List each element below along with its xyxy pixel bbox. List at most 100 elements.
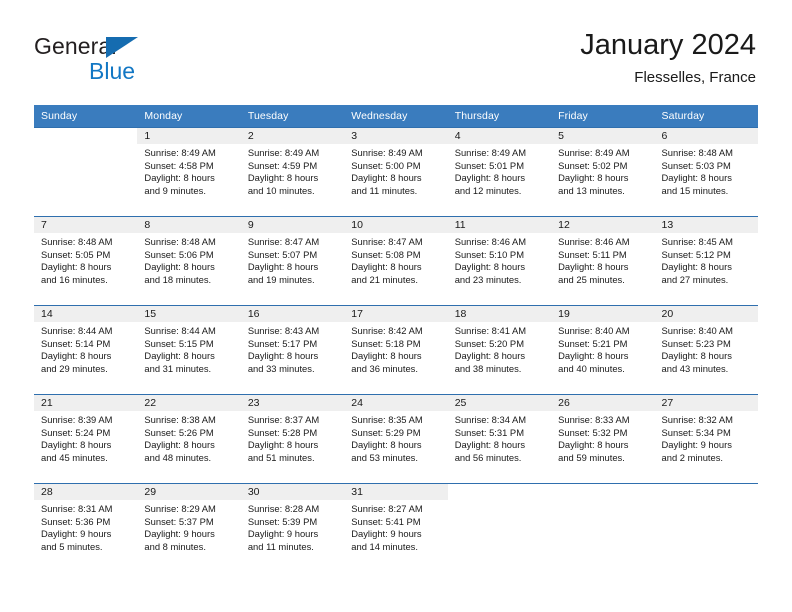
day-cell[interactable]: 21 Sunrise: 8:39 AM Sunset: 5:24 PM Dayl… [34, 394, 138, 484]
day-cell[interactable]: 1 Sunrise: 8:49 AM Sunset: 4:58 PM Dayli… [137, 127, 241, 217]
weekday-header-friday: Friday [551, 105, 655, 128]
day-cell[interactable]: 26 Sunrise: 8:33 AM Sunset: 5:32 PM Dayl… [551, 394, 655, 484]
sunrise-text: Sunrise: 8:43 AM [247, 325, 320, 336]
day-cell[interactable]: 10 Sunrise: 8:47 AM Sunset: 5:08 PM Dayl… [344, 216, 448, 306]
day-cell[interactable]: 29 Sunrise: 8:29 AM Sunset: 5:37 PM Dayl… [137, 483, 241, 572]
day-cell[interactable]: 2 Sunrise: 8:49 AM Sunset: 4:59 PM Dayli… [240, 127, 345, 217]
day-details: Sunrise: 8:48 AM Sunset: 5:03 PM Dayligh… [655, 144, 758, 197]
day-number: 12 [551, 217, 655, 233]
day-number: 30 [240, 484, 345, 500]
day-number: 15 [137, 306, 241, 322]
day-details: Sunrise: 8:44 AM Sunset: 5:15 PM Dayligh… [137, 322, 240, 375]
day-number: 25 [447, 395, 552, 411]
weekday-header-wednesday: Wednesday [344, 105, 448, 128]
sunset-text: Sunset: 5:00 PM [351, 159, 421, 171]
day-cell[interactable]: 31 Sunrise: 8:27 AM Sunset: 5:41 PM Dayl… [344, 483, 448, 572]
day-cell[interactable] [551, 483, 655, 572]
daylight-text-line1: Daylight: 8 hours [41, 350, 112, 362]
sunset-text: Sunset: 5:24 PM [41, 426, 111, 438]
daylight-text-line2: and 59 minutes. [558, 451, 625, 463]
daylight-text-line1: Daylight: 8 hours [144, 350, 215, 362]
day-number: 24 [344, 395, 448, 411]
day-cell[interactable]: 22 Sunrise: 8:38 AM Sunset: 5:26 PM Dayl… [137, 394, 241, 484]
day-number: 13 [654, 217, 758, 233]
daylight-text-line2: and 10 minutes. [247, 184, 315, 196]
day-cell[interactable]: 12 Sunrise: 8:46 AM Sunset: 5:11 PM Dayl… [551, 216, 655, 306]
day-cell[interactable]: 28 Sunrise: 8:31 AM Sunset: 5:36 PM Dayl… [34, 483, 138, 572]
day-cell[interactable] [34, 127, 138, 217]
calendar-page: General Blue January 2024 Flesselles, Fr… [0, 0, 792, 612]
general-blue-logo[interactable]: General Blue [34, 33, 254, 89]
daylight-text-line1: Daylight: 8 hours [351, 439, 422, 451]
day-cell[interactable]: 30 Sunrise: 8:28 AM Sunset: 5:39 PM Dayl… [240, 483, 345, 572]
day-cell[interactable]: 16 Sunrise: 8:43 AM Sunset: 5:17 PM Dayl… [240, 305, 345, 395]
daylight-text-line2: and 56 minutes. [454, 451, 522, 463]
day-cell[interactable]: 20 Sunrise: 8:40 AM Sunset: 5:23 PM Dayl… [654, 305, 758, 395]
week-row: 28 Sunrise: 8:31 AM Sunset: 5:36 PM Dayl… [34, 483, 758, 572]
daylight-text-line2: and 12 minutes. [454, 184, 522, 196]
day-cell[interactable]: 9 Sunrise: 8:47 AM Sunset: 5:07 PM Dayli… [240, 216, 345, 306]
daylight-text-line1: Daylight: 8 hours [247, 261, 319, 273]
sunrise-text: Sunrise: 8:41 AM [454, 325, 527, 336]
day-cell[interactable]: 4 Sunrise: 8:49 AM Sunset: 5:01 PM Dayli… [447, 127, 552, 217]
sunset-text: Sunset: 5:39 PM [247, 515, 318, 527]
day-cell[interactable]: 8 Sunrise: 8:48 AM Sunset: 5:06 PM Dayli… [137, 216, 241, 306]
day-cell[interactable]: 23 Sunrise: 8:37 AM Sunset: 5:28 PM Dayl… [240, 394, 345, 484]
daylight-text-line1: Daylight: 8 hours [351, 172, 422, 184]
day-cell[interactable]: 7 Sunrise: 8:48 AM Sunset: 5:05 PM Dayli… [34, 216, 138, 306]
sunrise-text: Sunrise: 8:33 AM [558, 414, 630, 425]
daylight-text-line2: and 43 minutes. [661, 362, 729, 374]
day-number: 5 [551, 128, 655, 144]
day-number: 21 [34, 395, 138, 411]
sunset-text: Sunset: 5:02 PM [558, 159, 628, 171]
sunset-text: Sunset: 5:11 PM [558, 248, 627, 260]
page-title: January 2024 [580, 29, 756, 61]
day-cell[interactable] [654, 483, 758, 572]
daylight-text-line1: Daylight: 8 hours [144, 172, 215, 184]
sunrise-text: Sunrise: 8:44 AM [41, 325, 113, 336]
daylight-text-line1: Daylight: 9 hours [247, 528, 319, 540]
daylight-text-line2: and 36 minutes. [351, 362, 418, 374]
sunset-text: Sunset: 5:34 PM [661, 426, 731, 438]
day-cell[interactable]: 11 Sunrise: 8:46 AM Sunset: 5:10 PM Dayl… [447, 216, 552, 306]
day-details: Sunrise: 8:40 AM Sunset: 5:21 PM Dayligh… [551, 322, 654, 375]
day-cell[interactable]: 5 Sunrise: 8:49 AM Sunset: 5:02 PM Dayli… [551, 127, 655, 217]
day-details: Sunrise: 8:38 AM Sunset: 5:26 PM Dayligh… [137, 411, 240, 464]
day-cell[interactable]: 17 Sunrise: 8:42 AM Sunset: 5:18 PM Dayl… [344, 305, 448, 395]
day-cell[interactable]: 15 Sunrise: 8:44 AM Sunset: 5:15 PM Dayl… [137, 305, 241, 395]
day-cell[interactable] [447, 483, 552, 572]
logo-text-general: General [34, 33, 117, 59]
day-cell[interactable]: 24 Sunrise: 8:35 AM Sunset: 5:29 PM Dayl… [344, 394, 448, 484]
sunset-text: Sunset: 5:17 PM [247, 337, 318, 349]
day-number: 22 [137, 395, 241, 411]
day-cell[interactable]: 14 Sunrise: 8:44 AM Sunset: 5:14 PM Dayl… [34, 305, 138, 395]
sunrise-text: Sunrise: 8:35 AM [351, 414, 423, 425]
daylight-text-line1: Daylight: 8 hours [454, 350, 526, 362]
daylight-text-line1: Daylight: 8 hours [247, 172, 319, 184]
day-cell[interactable]: 6 Sunrise: 8:48 AM Sunset: 5:03 PM Dayli… [654, 127, 758, 217]
sunrise-text: Sunrise: 8:47 AM [351, 236, 423, 247]
day-details: Sunrise: 8:49 AM Sunset: 5:00 PM Dayligh… [344, 144, 447, 197]
sunset-text: Sunset: 4:58 PM [144, 159, 214, 171]
day-cell[interactable]: 25 Sunrise: 8:34 AM Sunset: 5:31 PM Dayl… [447, 394, 552, 484]
week-row: 1 Sunrise: 8:49 AM Sunset: 4:58 PM Dayli… [34, 127, 758, 217]
sunrise-text: Sunrise: 8:37 AM [247, 414, 320, 425]
sunrise-text: Sunrise: 8:29 AM [144, 503, 216, 514]
day-cell[interactable]: 13 Sunrise: 8:45 AM Sunset: 5:12 PM Dayl… [654, 216, 758, 306]
day-number: 19 [551, 306, 655, 322]
daylight-text-line2: and 8 minutes. [144, 540, 206, 552]
day-details: Sunrise: 8:29 AM Sunset: 5:37 PM Dayligh… [137, 500, 240, 553]
day-details: Sunrise: 8:37 AM Sunset: 5:28 PM Dayligh… [241, 411, 344, 464]
daylight-text-line2: and 14 minutes. [351, 540, 418, 552]
sunset-text: Sunset: 5:31 PM [454, 426, 524, 438]
daylight-text-line2: and 23 minutes. [454, 273, 522, 285]
day-cell[interactable]: 3 Sunrise: 8:49 AM Sunset: 5:00 PM Dayli… [344, 127, 448, 217]
daylight-text-line2: and 18 minutes. [144, 273, 212, 285]
sunset-text: Sunset: 5:12 PM [661, 248, 731, 260]
day-cell[interactable]: 19 Sunrise: 8:40 AM Sunset: 5:21 PM Dayl… [551, 305, 655, 395]
day-number [447, 484, 552, 500]
day-cell[interactable]: 27 Sunrise: 8:32 AM Sunset: 5:34 PM Dayl… [654, 394, 758, 484]
sunrise-text: Sunrise: 8:44 AM [144, 325, 216, 336]
day-cell[interactable]: 18 Sunrise: 8:41 AM Sunset: 5:20 PM Dayl… [447, 305, 552, 395]
daylight-text-line1: Daylight: 8 hours [247, 439, 319, 451]
